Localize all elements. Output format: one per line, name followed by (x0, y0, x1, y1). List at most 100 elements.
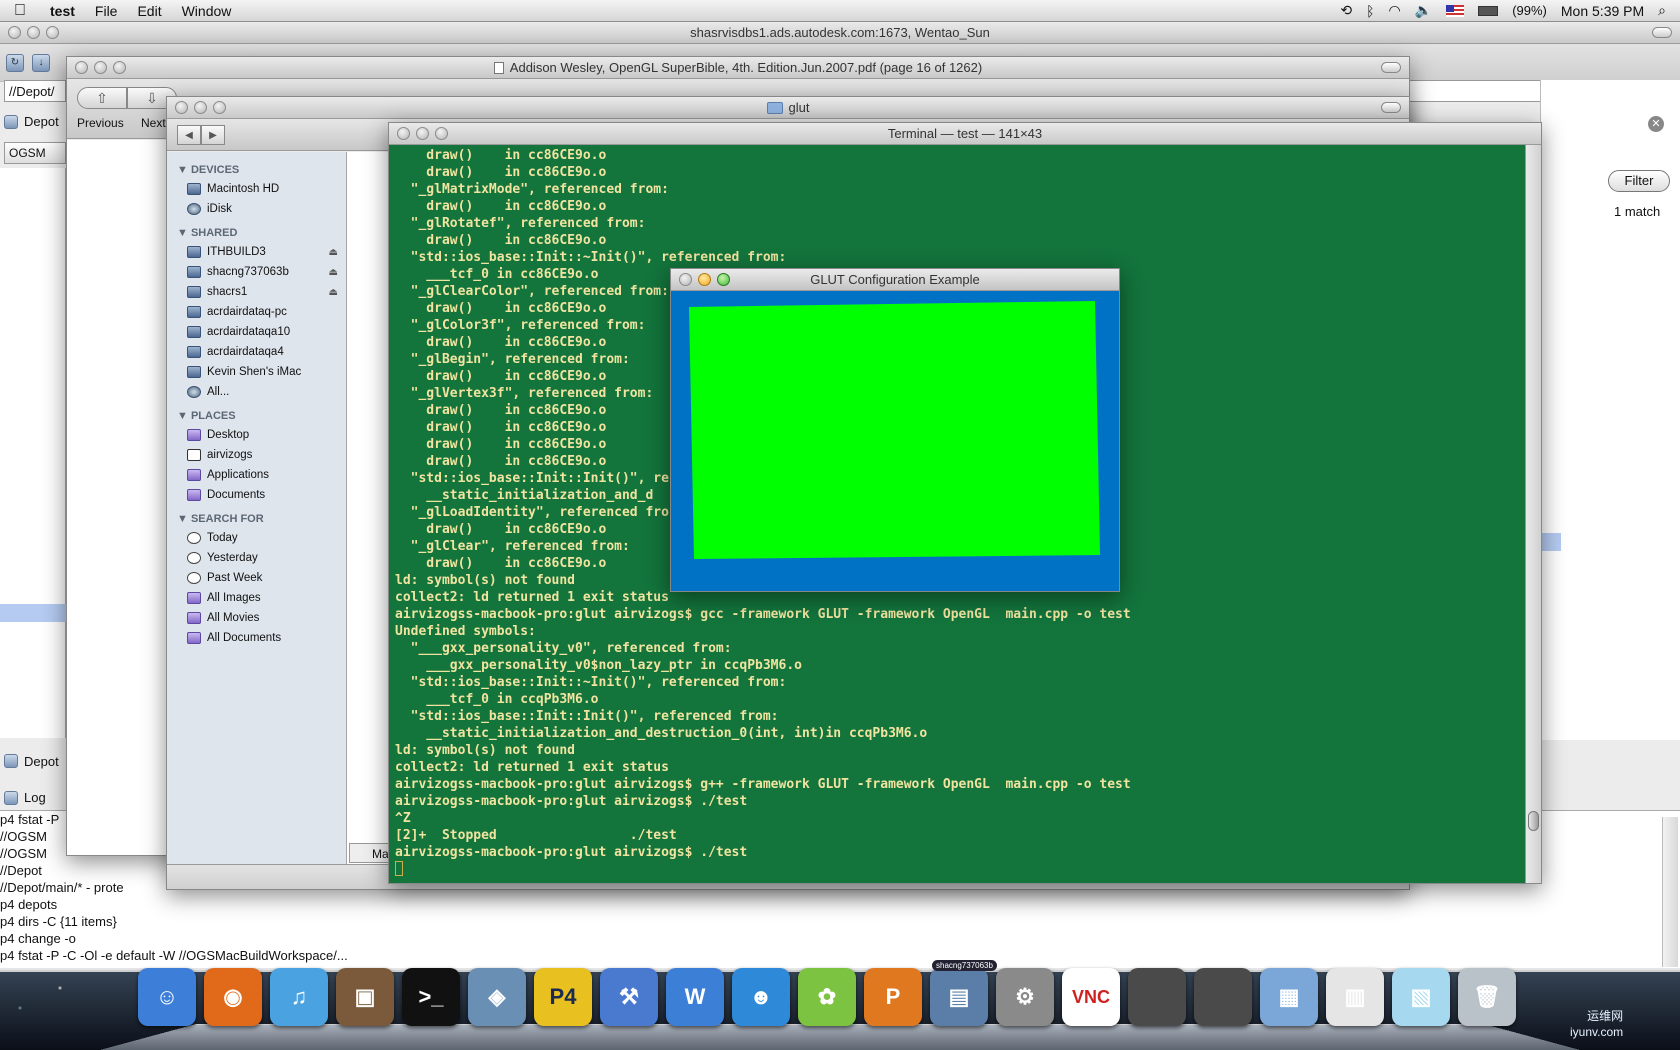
close-icon[interactable] (75, 61, 88, 74)
depot-tree[interactable] (0, 168, 66, 738)
sidebar-item[interactable]: Applications (167, 465, 346, 485)
word-dock-icon[interactable]: W (666, 968, 724, 1026)
zoom-icon[interactable] (46, 26, 59, 39)
terminal-titlebar[interactable]: Terminal — test — 141×43 (389, 123, 1541, 145)
eject-icon[interactable]: ⏏ (329, 287, 338, 298)
close-icon[interactable] (175, 101, 188, 114)
battery-percent[interactable]: (99%) (1512, 3, 1547, 18)
terminal-scroll-thumb[interactable] (1528, 811, 1539, 831)
close-icon[interactable] (397, 127, 410, 140)
depot-tab[interactable]: Depot (4, 114, 59, 129)
lync-dock-icon[interactable]: ✿ (798, 968, 856, 1026)
forward-arrow-icon[interactable]: ▶ (201, 125, 225, 145)
depot-tree-selection[interactable] (0, 604, 66, 622)
sidebar-item[interactable]: All Images (167, 588, 346, 608)
sidebar-item[interactable]: Yesterday (167, 548, 346, 568)
menu-edit[interactable]: Edit (127, 3, 171, 19)
window-thumbnail-1-dock-icon[interactable] (1128, 968, 1186, 1026)
disclosure-triangle-icon[interactable]: ▼ (177, 410, 191, 422)
sidebar-item[interactable]: Documents (167, 485, 346, 505)
close-icon[interactable] (8, 26, 21, 39)
sidebar-section-heading[interactable]: ▼ DEVICES (167, 156, 346, 179)
toolbar-toggle[interactable] (1652, 27, 1672, 38)
sidebar-item[interactable]: Today (167, 528, 346, 548)
minimize-icon[interactable] (94, 61, 107, 74)
disclosure-triangle-icon[interactable]: ▼ (177, 513, 191, 525)
glut-canvas[interactable] (671, 291, 1120, 592)
toolbar-toggle[interactable] (1381, 102, 1401, 113)
p4v-titlebar[interactable]: shasrvisdbs1.ads.autodesk.com:1673, Went… (0, 22, 1680, 44)
sidebar-item[interactable]: All Movies (167, 608, 346, 628)
depot-tab-2[interactable]: Depot (4, 754, 59, 769)
wifi-icon[interactable]: ◠ (1389, 2, 1401, 19)
screenshot-stack-dock-icon[interactable]: ▧ (1392, 968, 1450, 1026)
sidebar-item[interactable]: acrdairdataq-pc (167, 302, 346, 322)
finder-titlebar[interactable]: glut (167, 97, 1409, 119)
glut-titlebar[interactable]: GLUT Configuration Example (671, 269, 1119, 291)
sidebar-section-heading[interactable]: ▼ PLACES (167, 402, 346, 425)
trash-dock-icon[interactable]: 🗑 (1458, 968, 1516, 1026)
sidebar-section-heading[interactable]: ▼ SEARCH FOR (167, 505, 346, 528)
eject-icon[interactable]: ⏏ (329, 267, 338, 278)
right-pane-selection[interactable] (1541, 533, 1561, 551)
close-icon[interactable] (679, 273, 692, 286)
eject-icon[interactable]: ⏏ (329, 247, 338, 258)
messenger-dock-icon[interactable]: ☻ (732, 968, 790, 1026)
previous-page-button[interactable]: ⇧ (77, 87, 127, 109)
firefox-dock-icon[interactable]: ◉ (204, 968, 262, 1026)
volume-icon[interactable]: 🔈 (1415, 2, 1432, 19)
sidebar-item[interactable]: iDisk (167, 199, 346, 219)
preview-titlebar[interactable]: Addison Wesley, OpenGL SuperBible, 4th. … (67, 57, 1409, 79)
log-scrollbar[interactable] (1662, 817, 1678, 967)
preview-dock-icon[interactable]: ◈ (468, 968, 526, 1026)
menu-file[interactable]: File (85, 3, 128, 19)
filter-button[interactable]: Filter (1608, 170, 1670, 192)
input-flag-icon[interactable] (1446, 4, 1465, 17)
minimize-icon[interactable] (698, 273, 711, 286)
zoom-icon[interactable] (213, 101, 226, 114)
sidebar-item[interactable]: Macintosh HD (167, 179, 346, 199)
bluetooth-icon[interactable]: ᛒ (1366, 3, 1374, 19)
terminal-dock-icon[interactable]: >_ (402, 968, 460, 1026)
disclosure-triangle-icon[interactable]: ▼ (177, 164, 191, 176)
get-latest-icon[interactable]: ↓ (32, 53, 50, 72)
close-tab-icon[interactable]: ✕ (1648, 116, 1664, 132)
sidebar-item[interactable]: All Documents (167, 628, 346, 648)
menu-window[interactable]: Window (172, 3, 242, 19)
disclosure-triangle-icon[interactable]: ▼ (177, 227, 191, 239)
sidebar-section-heading[interactable]: ▼ SHARED (167, 219, 346, 242)
zoom-icon[interactable] (717, 273, 730, 286)
menu-clock[interactable]: Mon 5:39 PM (1561, 3, 1644, 19)
minimize-icon[interactable] (27, 26, 40, 39)
minimize-icon[interactable] (416, 127, 429, 140)
zoom-icon[interactable] (435, 127, 448, 140)
p4-dock-icon[interactable]: P4 (534, 968, 592, 1026)
refresh-icon[interactable]: ↻ (6, 53, 24, 72)
finder-dock-icon[interactable]: ☺ (138, 968, 196, 1026)
documents-stack-dock-icon[interactable]: ▦ (1260, 968, 1318, 1026)
sidebar-item[interactable]: ITHBUILD3 ⏏ (167, 242, 346, 262)
sidebar-item[interactable]: Past Week (167, 568, 346, 588)
powerpoint-dock-icon[interactable]: P (864, 968, 922, 1026)
log-tab[interactable]: Log (4, 790, 46, 805)
back-arrow-icon[interactable]: ◀ (177, 125, 201, 145)
sidebar-item[interactable]: shacng737063b ⏏ (167, 262, 346, 282)
pdf-stack-dock-icon[interactable]: ▥ (1326, 968, 1384, 1026)
sidebar-item[interactable]: acrdairdataqa4 (167, 342, 346, 362)
sidebar-item[interactable]: shacrs1 ⏏ (167, 282, 346, 302)
apple-menu-icon[interactable]:  (0, 2, 40, 20)
remote-desktop-dock-icon[interactable]: ▤ shacng737063b (930, 960, 997, 1026)
minimize-icon[interactable] (194, 101, 207, 114)
sidebar-item[interactable]: Kevin Shen's iMac (167, 362, 346, 382)
spotlight-icon[interactable]: ⌕ (1658, 2, 1666, 19)
time-machine-icon[interactable]: ⟲ (1340, 2, 1352, 19)
iphoto-dock-icon[interactable]: ▣ (336, 968, 394, 1026)
finder-tab[interactable]: Ma (349, 843, 389, 863)
sidebar-item[interactable]: airvizogs (167, 445, 346, 465)
window-thumbnail-2-dock-icon[interactable] (1194, 968, 1252, 1026)
sidebar-item[interactable]: acrdairdataqa10 (167, 322, 346, 342)
xcode-dock-icon[interactable]: ⚒ (600, 968, 658, 1026)
toolbar-toggle[interactable] (1381, 62, 1401, 73)
workspace-button[interactable]: OGSM (4, 142, 66, 164)
itunes-dock-icon[interactable]: ♫ (270, 968, 328, 1026)
